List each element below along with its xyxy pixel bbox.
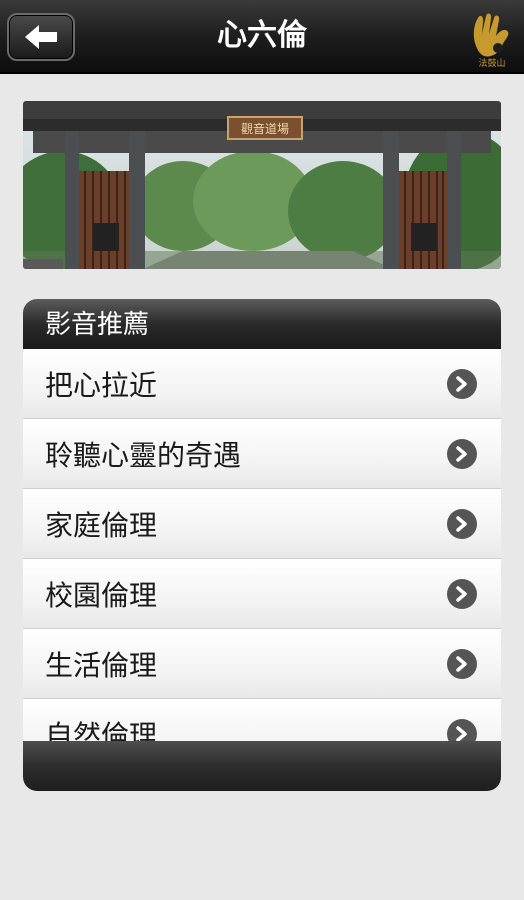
list-item-label: 校園倫理 (45, 578, 158, 612)
top-bar: 心六倫 法鼓山 (0, 0, 524, 74)
list-item[interactable]: 聆聽心靈的奇遇 (23, 419, 501, 489)
dharma-drum-logo[interactable]: 法鼓山 (468, 8, 516, 69)
video-recommend-panel: 影音推薦 把心拉近 聆聽心靈的奇遇 家庭倫理 校園倫理 生活倫理 自然倫理 (23, 299, 501, 791)
panel-heading: 影音推薦 (23, 299, 501, 349)
list-item-label: 自然倫理 (45, 718, 158, 742)
chevron-right-icon (447, 368, 477, 399)
list-item-label: 把心拉近 (45, 368, 158, 402)
list-item-label: 生活倫理 (45, 648, 158, 682)
list-item[interactable]: 生活倫理 (23, 629, 501, 699)
panel-footer (23, 741, 501, 791)
list-item-label: 聆聽心靈的奇遇 (45, 438, 242, 472)
list-item[interactable]: 自然倫理 (23, 699, 501, 741)
list-item[interactable]: 把心拉近 (23, 349, 501, 419)
chevron-right-icon (447, 508, 477, 539)
page-title: 心六倫 (217, 18, 307, 53)
chevron-right-icon (447, 648, 477, 679)
chevron-right-icon (447, 578, 477, 609)
logo-text: 法鼓山 (478, 59, 506, 69)
list-item[interactable]: 家庭倫理 (23, 489, 501, 559)
temple-gate-photo: 觀音道場 (23, 101, 501, 269)
list-item-label: 家庭倫理 (45, 508, 158, 542)
recommend-list[interactable]: 把心拉近 聆聽心靈的奇遇 家庭倫理 校園倫理 生活倫理 自然倫理 (23, 349, 501, 741)
chevron-right-icon (447, 718, 477, 741)
chevron-right-icon (447, 438, 477, 469)
gate-sign-text: 觀音道場 (241, 121, 289, 136)
list-item[interactable]: 校園倫理 (23, 559, 501, 629)
